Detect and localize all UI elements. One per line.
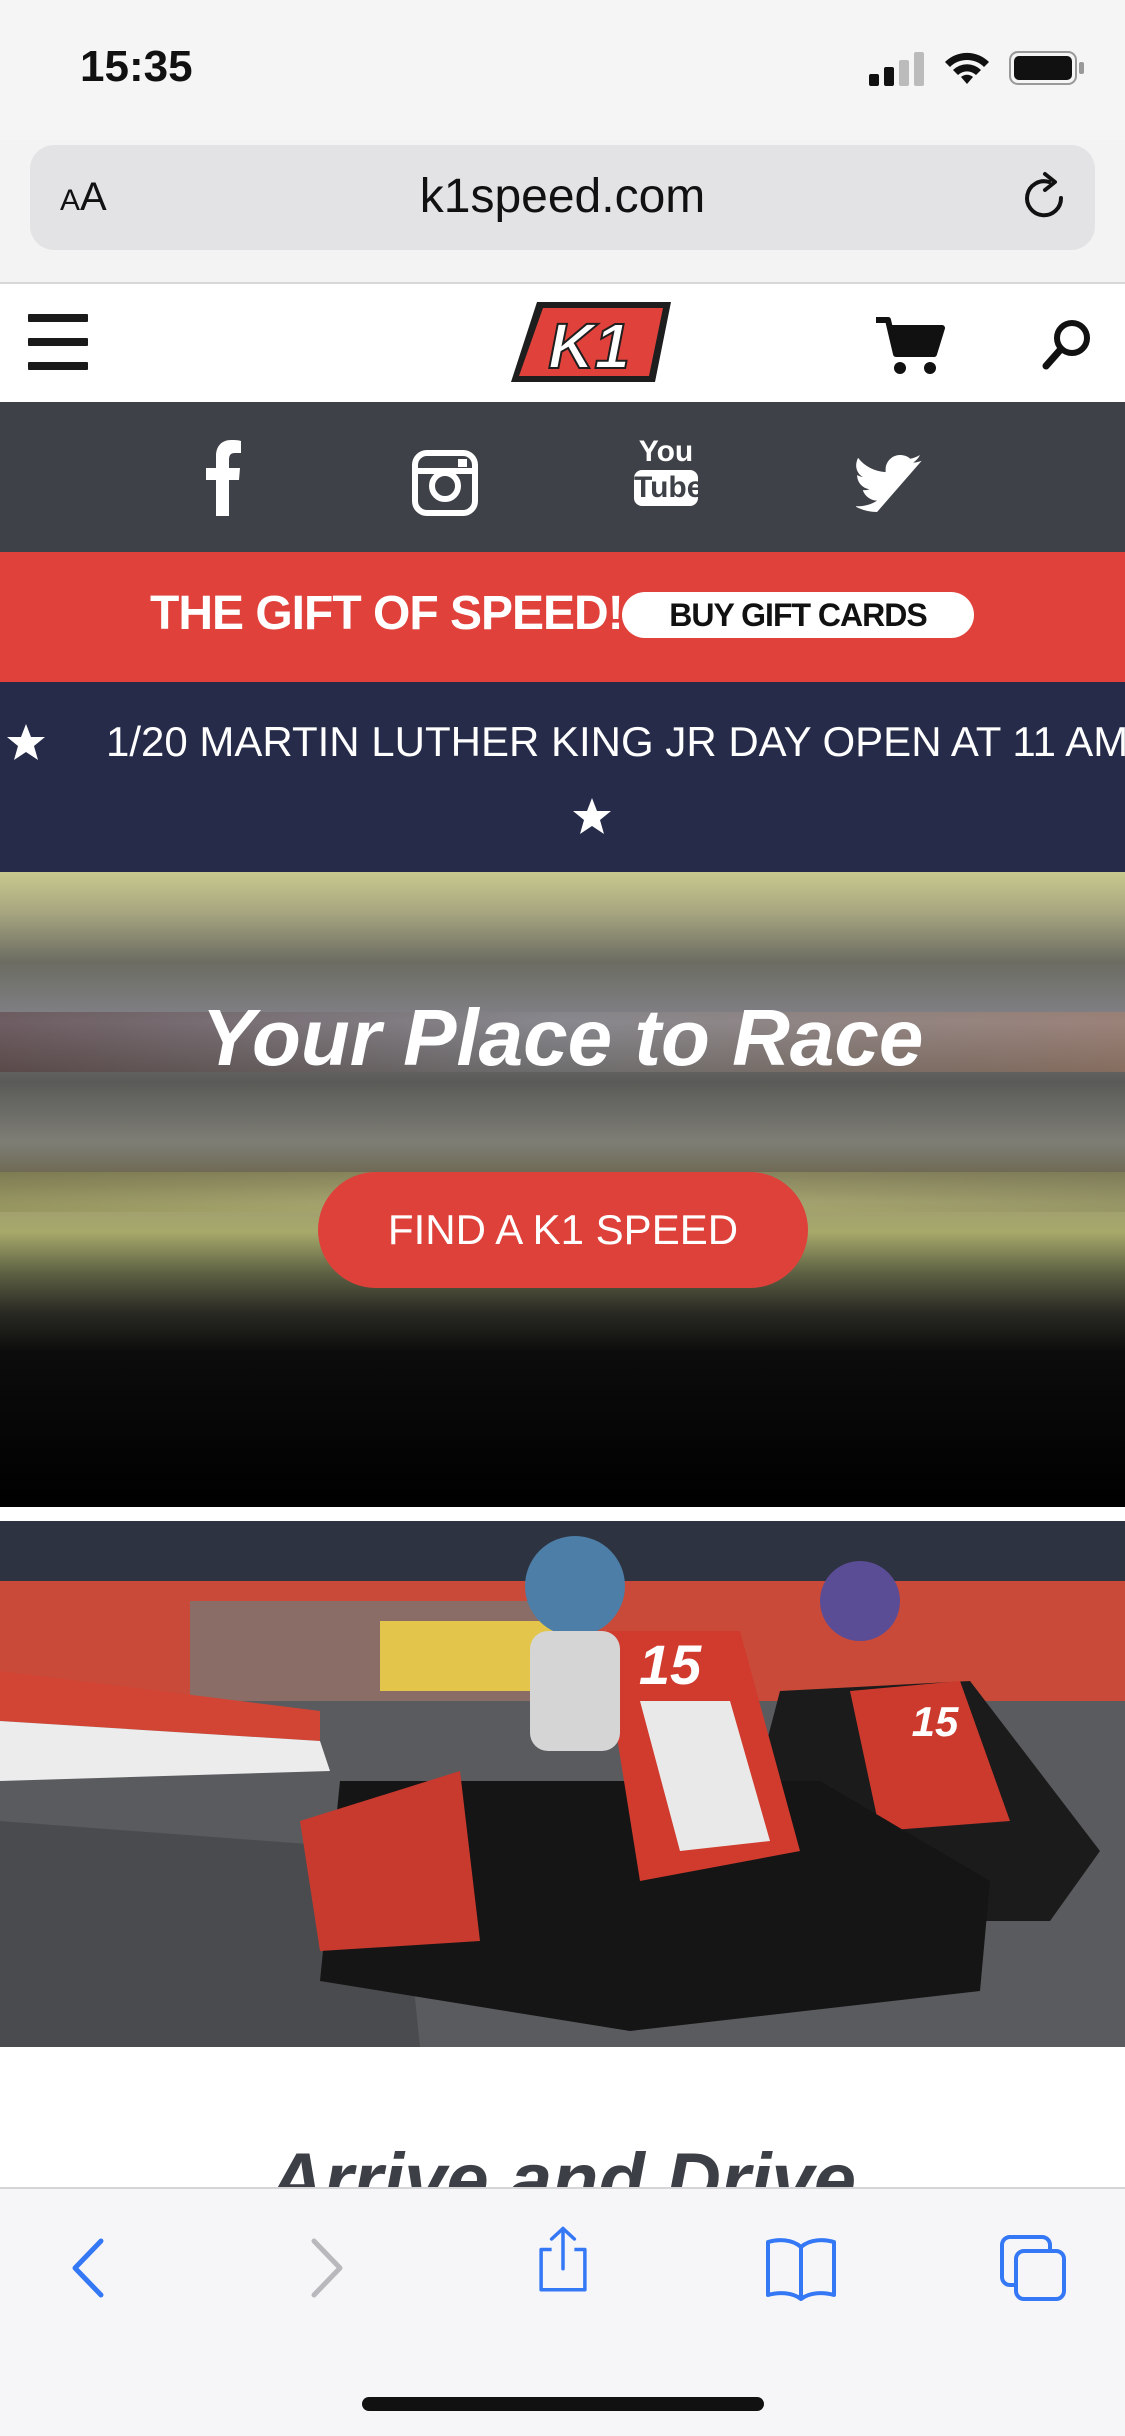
announcement-text: 1/20 MARTIN LUTHER KING JR DAY OPEN AT 1…	[106, 718, 1125, 765]
home-indicator	[362, 2397, 764, 2411]
go-karts-illustration: 15 15	[0, 1521, 1125, 2047]
svg-text:15: 15	[639, 1633, 702, 1696]
bookmarks-icon[interactable]	[764, 2233, 838, 2303]
share-icon[interactable]	[528, 2225, 598, 2295]
forward-icon[interactable]	[290, 2233, 360, 2303]
find-k1-speed-button[interactable]: FIND A K1 SPEED	[318, 1172, 808, 1288]
svg-text:15: 15	[912, 1698, 959, 1745]
hero-section: Your Place to Race FIND A K1 SPEED	[0, 872, 1125, 1507]
hero-title: Your Place to Race	[201, 993, 924, 1082]
menu-icon[interactable]	[28, 314, 88, 370]
star-icon	[7, 724, 45, 760]
k1-logo[interactable]: K1	[505, 296, 675, 388]
cart-icon[interactable]	[874, 314, 946, 378]
youtube-icon[interactable]: You Tube	[634, 434, 703, 512]
gift-banner: THE GIFT OF SPEED! BUY GIFT CARDS	[0, 552, 1125, 682]
svg-text:K1: K1	[548, 310, 630, 382]
wifi-icon	[945, 52, 989, 84]
search-icon[interactable]	[1040, 316, 1096, 372]
facebook-icon[interactable]	[205, 438, 241, 516]
site-header: K1	[0, 284, 1125, 402]
announcement-bar: 1/20 MARTIN LUTHER KING JR DAY OPEN AT 1…	[0, 682, 1125, 872]
status-icons	[869, 50, 1085, 86]
arrive-and-drive-section: Arrive and Drive	[0, 2047, 1125, 2187]
back-icon[interactable]	[55, 2233, 125, 2303]
gift-headline: THE GIFT OF SPEED!	[150, 587, 624, 640]
address-bar[interactable]: AA k1speed.com	[30, 145, 1095, 250]
section-title: Arrive and Drive	[268, 2138, 857, 2187]
tabs-icon[interactable]	[998, 2233, 1068, 2303]
cellular-signal-icon	[869, 52, 924, 86]
status-bar: 15:35	[0, 0, 1125, 140]
battery-icon	[1009, 51, 1084, 85]
status-time: 15:35	[80, 42, 193, 91]
star-icon	[573, 798, 611, 834]
social-bar: You Tube	[0, 402, 1125, 552]
go-karts-photo: 15 15	[0, 1521, 1125, 2047]
url-text[interactable]: k1speed.com	[30, 169, 1095, 224]
instagram-icon[interactable]	[412, 444, 478, 522]
twitter-icon[interactable]	[856, 446, 922, 524]
reload-icon[interactable]	[1015, 169, 1073, 227]
buy-gift-cards-button[interactable]: BUY GIFT CARDS	[622, 592, 974, 638]
section-gap	[0, 1507, 1125, 1521]
